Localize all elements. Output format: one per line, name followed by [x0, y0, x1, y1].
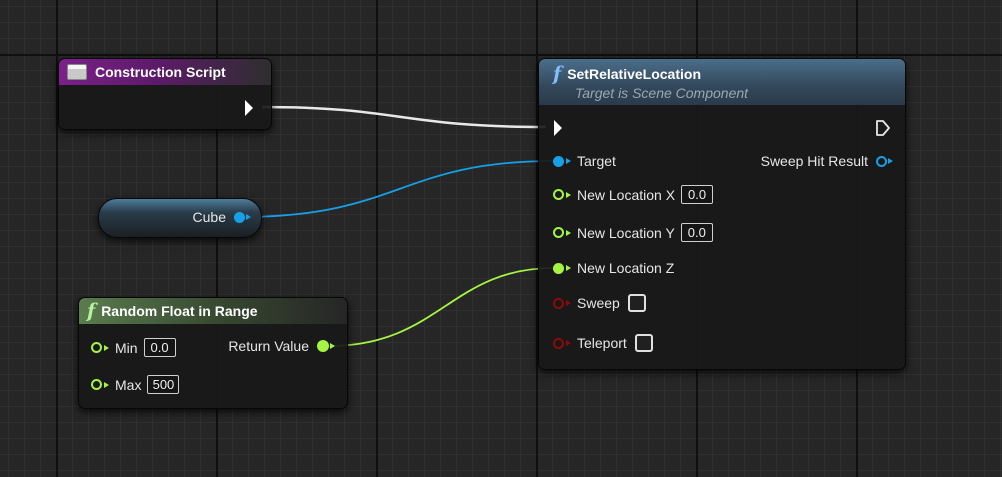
construction-script-header[interactable]: Construction Script — [59, 59, 271, 85]
return-pin-row: Return Value — [228, 338, 335, 354]
random-float-node[interactable]: f Random Float in Range Min 0.0 Max 500 … — [78, 297, 348, 409]
exec-out-pin[interactable] — [245, 100, 253, 116]
min-label: Min — [115, 339, 138, 356]
cube-output-pin-row: Cube — [193, 209, 251, 225]
location-z-wire[interactable] — [327, 267, 555, 347]
event-icon — [67, 64, 87, 80]
target-wire[interactable] — [239, 160, 555, 218]
teleport-input-pin[interactable] — [553, 337, 564, 349]
max-input-pin[interactable] — [91, 379, 102, 390]
cube-label: Cube — [192, 209, 226, 225]
teleport-checkbox[interactable] — [634, 334, 653, 352]
return-value-pin[interactable] — [317, 340, 329, 352]
sweep-hit-result-pin[interactable] — [876, 155, 887, 167]
min-input-pin[interactable] — [91, 342, 102, 353]
max-value-field[interactable]: 500 — [147, 375, 180, 394]
exec-out-pin[interactable] — [875, 119, 891, 137]
cube-output-arrow — [246, 214, 251, 220]
sweep-checkbox[interactable] — [627, 294, 646, 312]
location-x-label: New Location X — [577, 186, 676, 203]
location-x-pin-arrow — [566, 191, 571, 198]
location-y-input-pin[interactable] — [553, 227, 564, 238]
min-value-field[interactable]: 0.0 — [143, 338, 176, 357]
sweep-label: Sweep — [577, 295, 620, 311]
location-y-value-field[interactable]: 0.0 — [680, 223, 713, 242]
teleport-pin-arrow — [566, 340, 571, 346]
min-pin-arrow — [104, 344, 109, 351]
target-pin-row: Target — [553, 153, 616, 169]
min-pin-row: Min 0.0 — [91, 338, 176, 357]
set-relative-location-title: SetRelativeLocation — [567, 66, 702, 82]
location-y-pin-arrow — [566, 229, 571, 236]
return-pin-arrow — [330, 343, 335, 349]
target-pin-arrow — [566, 158, 571, 164]
sweep-hit-pin-arrow — [888, 158, 893, 164]
location-z-pin-arrow — [566, 265, 571, 271]
max-pin-row: Max 500 — [91, 375, 180, 394]
location-z-label: New Location Z — [577, 260, 675, 276]
sweep-input-pin[interactable] — [553, 297, 564, 309]
set-relative-location-header[interactable]: f SetRelativeLocation Target is Scene Co… — [539, 59, 905, 105]
teleport-label: Teleport — [577, 335, 627, 351]
construction-script-node[interactable]: Construction Script — [58, 58, 272, 130]
location-x-value-field[interactable]: 0.0 — [681, 185, 714, 204]
sweep-pin-arrow — [566, 300, 571, 306]
random-float-title: Random Float in Range — [101, 303, 258, 319]
cube-output-pin[interactable] — [234, 211, 245, 223]
location-y-pin-row: New Location Y 0.0 — [553, 223, 713, 242]
teleport-pin-row: Teleport — [553, 334, 653, 352]
cube-variable-node[interactable]: Cube — [98, 198, 262, 238]
sweep-hit-result-label: Sweep Hit Result — [760, 153, 868, 169]
location-y-label: New Location Y — [577, 224, 675, 241]
exec-wire[interactable] — [261, 105, 547, 129]
sweep-hit-pin-row: Sweep Hit Result — [761, 153, 893, 169]
return-value-label: Return Value — [228, 338, 309, 354]
sweep-pin-row: Sweep — [553, 294, 646, 312]
function-icon: f — [87, 300, 96, 322]
target-input-pin[interactable] — [553, 155, 564, 167]
random-float-header[interactable]: f Random Float in Range — [79, 298, 347, 324]
target-label: Target — [577, 153, 616, 169]
exec-in-pin[interactable] — [554, 120, 562, 136]
set-relative-location-subtitle: Target is Scene Component — [575, 85, 749, 101]
max-label: Max — [115, 376, 142, 393]
set-relative-location-node[interactable]: f SetRelativeLocation Target is Scene Co… — [538, 58, 906, 370]
location-x-input-pin[interactable] — [553, 189, 564, 200]
max-pin-arrow — [104, 381, 109, 388]
location-z-input-pin[interactable] — [553, 262, 564, 274]
location-z-pin-row: New Location Z — [553, 260, 674, 276]
construction-script-title: Construction Script — [95, 64, 226, 80]
location-x-pin-row: New Location X 0.0 — [553, 185, 714, 204]
function-icon: f — [553, 63, 562, 85]
